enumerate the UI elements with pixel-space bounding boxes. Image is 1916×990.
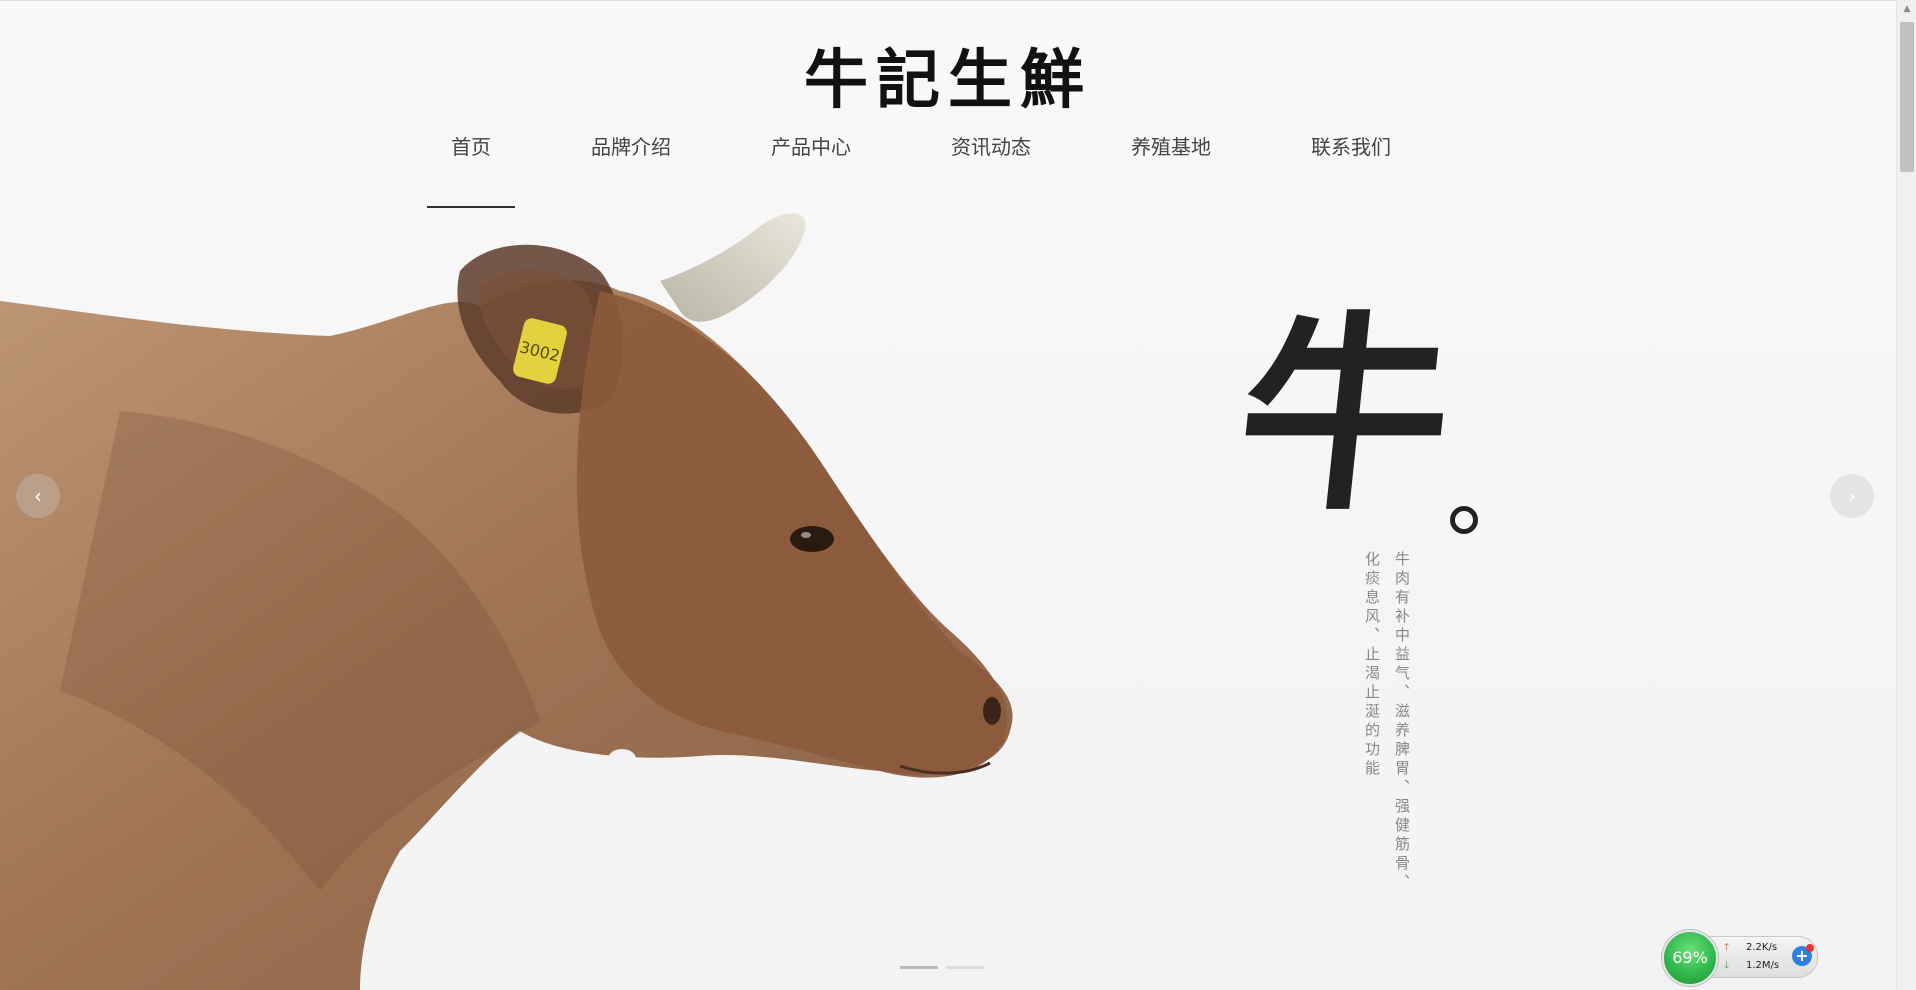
carousel-prev-button[interactable]: ‹ <box>16 474 60 518</box>
hero-banner: 3002 牛 牛肉有补中益气、滋养脾胃、强健筋骨、 化痰息风、止渴止涎的功能 ‹… <box>0 211 1896 990</box>
scrollbar-thumb[interactable] <box>1900 22 1914 172</box>
download-arrow-icon: 🡓 <box>1724 960 1730 971</box>
carousel-next-button[interactable]: › <box>1830 474 1874 518</box>
main-nav: 首页 品牌介绍 产品中心 资讯动态 养殖基地 联系我们 <box>427 131 1391 208</box>
carousel-dot-2[interactable] <box>946 966 984 969</box>
memory-usage-circle[interactable]: 69% <box>1662 930 1718 986</box>
nav-item-news[interactable]: 资讯动态 <box>951 131 1031 160</box>
browser-viewport: 牛記生鮮 首页 品牌介绍 产品中心 资讯动态 养殖基地 联系我们 3002 牛 … <box>0 0 1916 990</box>
hero-vertical-text-2: 化痰息风、止渴止涎的功能 <box>1363 551 1381 779</box>
site-logo[interactable]: 牛記生鮮 <box>0 29 1896 121</box>
page: 牛記生鮮 首页 品牌介绍 产品中心 资讯动态 养殖基地 联系我们 3002 牛 … <box>0 0 1896 990</box>
nav-item-contact[interactable]: 联系我们 <box>1311 131 1391 160</box>
hero-big-dot <box>1450 506 1478 534</box>
chevron-left-icon: ‹ <box>34 484 42 508</box>
notification-badge <box>1806 944 1814 952</box>
nav-item-products[interactable]: 产品中心 <box>771 131 851 160</box>
upload-speed: 2.2K/s <box>1746 942 1778 953</box>
carousel-dot-1[interactable] <box>900 966 938 969</box>
vertical-scrollbar[interactable]: ▲ <box>1896 0 1916 990</box>
chevron-right-icon: › <box>1848 484 1856 508</box>
upload-arrow-icon: 🡑 <box>1724 942 1730 953</box>
network-speed-widget[interactable]: 🡑 2.2K/s 🡓 1.2M/s + 69% <box>1662 930 1818 986</box>
hero-big-character: 牛 <box>1227 292 1464 539</box>
nav-item-home[interactable]: 首页 <box>427 131 515 208</box>
nav-item-brand[interactable]: 品牌介绍 <box>591 131 671 160</box>
nav-item-farm[interactable]: 养殖基地 <box>1131 131 1211 160</box>
cow-image: 3002 <box>0 213 1013 990</box>
download-speed: 1.2M/s <box>1746 960 1780 971</box>
carousel-pagination <box>900 966 992 969</box>
hero-vertical-text-1: 牛肉有补中益气、滋养脾胃、强健筋骨、 <box>1393 551 1411 893</box>
scroll-up-arrow-icon[interactable]: ▲ <box>1897 0 1916 18</box>
